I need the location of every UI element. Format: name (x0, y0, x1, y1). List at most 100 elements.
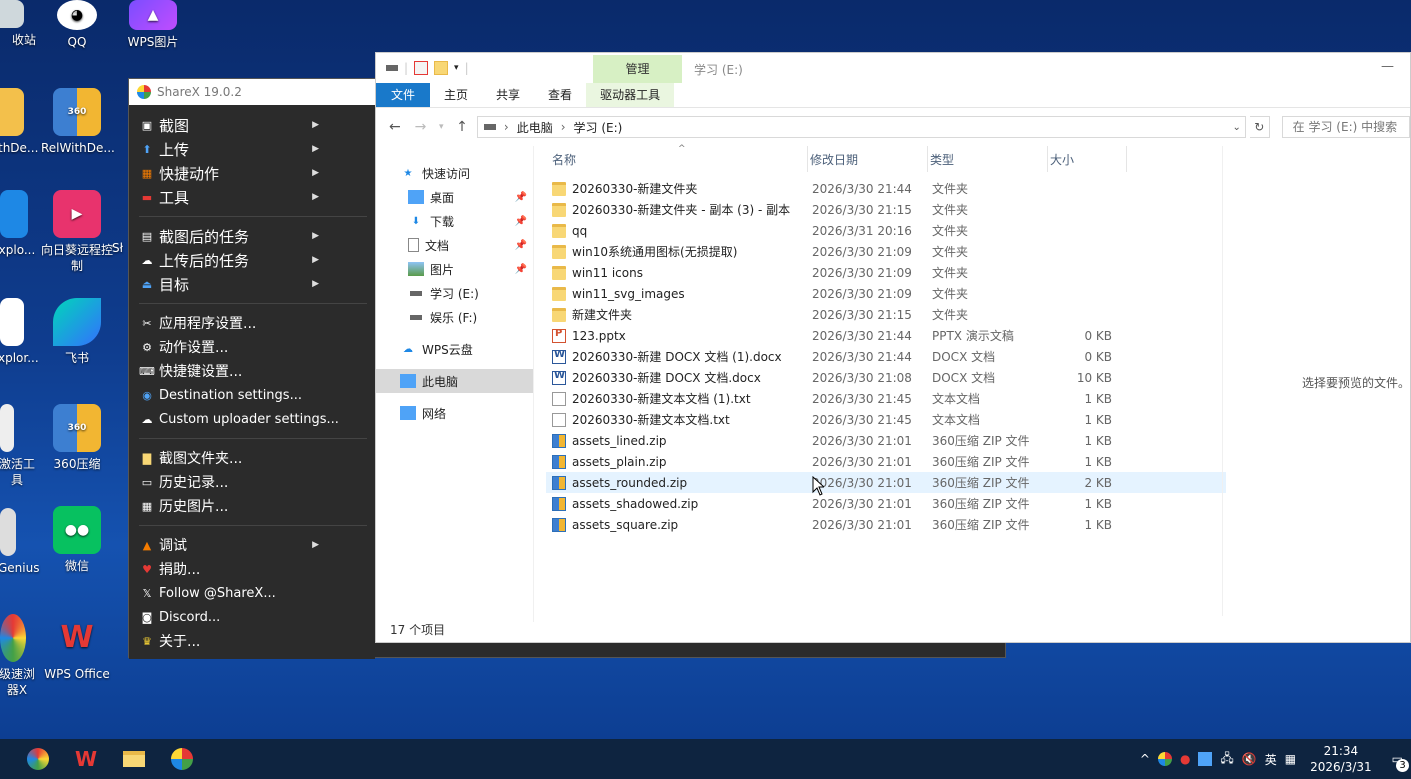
desktop-icon-relwithde-1[interactable]: thDe... (0, 88, 38, 156)
breadcrumb-chevron-icon[interactable]: › (504, 120, 509, 134)
file-row[interactable]: 123.pptx 2026/3/30 21:44 PPTX 演示文稿 0 KB (546, 325, 1226, 346)
properties-icon[interactable] (414, 61, 429, 75)
menu-item-workflows[interactable]: ▦ 快捷动作 ▶ (129, 161, 375, 185)
refresh-icon[interactable]: ↻ (1249, 116, 1270, 138)
menu-item-app-settings[interactable]: ✂ 应用程序设置... (129, 311, 375, 335)
column-header-type[interactable]: 类型 (924, 151, 1044, 168)
nav-item-downloads[interactable]: ⬇ 下载 📌 (376, 209, 533, 233)
menu-item-task-settings[interactable]: ⚙ 动作设置... (129, 335, 375, 359)
show-hidden-icons-chevron-icon[interactable]: ^ (1140, 752, 1150, 766)
desktop-icon-feishu[interactable]: 飞书 (41, 298, 113, 366)
desktop-icon-qq[interactable]: ◕ QQ (41, 0, 113, 50)
nav-item-wps-cloud[interactable]: ☁ WPS云盘 (376, 337, 533, 361)
file-row[interactable]: assets_shadowed.zip 2026/3/30 21:01 360压缩 … (546, 493, 1226, 514)
tab-share[interactable]: 共享 (482, 83, 534, 107)
desktop-icon-sunlogin[interactable]: ▶ 向日葵远程控制 (41, 190, 113, 274)
desktop-icon-wps-image[interactable]: ▲ WPS图片 (117, 0, 189, 50)
customize-toolbar-icon[interactable]: ▾ (454, 63, 459, 73)
menu-item-screenshots-folder[interactable]: ▇ 截图文件夹... (129, 446, 375, 470)
desktop-icon-browser[interactable]: 级速浏器X (0, 614, 36, 698)
desktop-icon-activator[interactable]: 激活工具 (0, 404, 36, 488)
menu-item-after-capture[interactable]: ▤ 截图后的任务 ▶ (129, 224, 375, 248)
volume-muted-icon[interactable]: 🔇 (1242, 752, 1257, 766)
menu-item-debug[interactable]: ▲ 调试 ▶ (129, 533, 375, 557)
file-row[interactable]: 20260330-新建文本文档.txt 2026/3/30 21:45 文本文档 1 … (546, 409, 1226, 430)
ime-mode-icon[interactable]: ▦ (1285, 752, 1296, 766)
nav-item-network[interactable]: 网络 (376, 401, 533, 425)
recent-locations-chevron-icon[interactable]: ▾ (435, 122, 447, 132)
nav-item-drive-e[interactable]: 学习 (E:) (376, 281, 533, 305)
menu-item-donate[interactable]: ♥ 捐助... (129, 557, 375, 581)
column-divider[interactable] (1126, 146, 1127, 172)
clock[interactable]: 21:34 2026/3/31 (1310, 743, 1372, 775)
nav-item-desktop[interactable]: 桌面 📌 (376, 185, 533, 209)
menu-item-custom-uploader[interactable]: ☁ Custom uploader settings... (129, 407, 375, 431)
menu-item-after-upload[interactable]: ☁ 上传后的任务 ▶ (129, 248, 375, 272)
address-bar[interactable]: › 此电脑 › 学习 (E:) ⌄ (476, 116, 1246, 138)
breadcrumb-drive-e[interactable]: 学习 (E:) (574, 119, 623, 136)
tab-view[interactable]: 查看 (534, 83, 586, 107)
desktop-icon-explorer-1[interactable]: xplo... (0, 190, 36, 258)
file-row[interactable]: 20260330-新建 DOCX 文档 (1).docx 2026/3/30 21… (546, 346, 1226, 367)
menu-item-follow[interactable]: 𝕏 Follow @ShareX... (129, 581, 375, 605)
address-dropdown-icon[interactable]: ⌄ (1233, 122, 1241, 133)
pin-icon[interactable]: 📌 (515, 216, 527, 227)
file-row[interactable]: qq 2026/3/31 20:16 文件夹 (546, 220, 1226, 241)
record-icon[interactable]: ● (1180, 752, 1190, 766)
nav-item-documents[interactable]: 文档 📌 (376, 233, 533, 257)
file-row[interactable]: 20260330-新建文件夹 - 副本 (3) - 副本 2026/3/30 21… (546, 199, 1226, 220)
wps-tray-icon[interactable] (1198, 752, 1213, 766)
menu-item-discord[interactable]: ◙ Discord... (129, 605, 375, 629)
taskbar-file-explorer[interactable] (110, 739, 158, 779)
menu-item-about[interactable]: ♛ 关于... (129, 629, 375, 653)
pin-icon[interactable]: 📌 (515, 240, 527, 251)
desktop-icon-genius[interactable]: Genius (0, 508, 39, 576)
tab-drive-tools[interactable]: 驱动器工具 (586, 83, 675, 107)
file-row[interactable]: 20260330-新建文本文档 (1).txt 2026/3/30 21:45 文本… (546, 388, 1226, 409)
new-folder-icon[interactable] (434, 61, 449, 75)
desktop-icon-recycle-bin[interactable]: 收站 (0, 0, 36, 48)
tab-file[interactable]: 文件 (376, 83, 431, 107)
file-row[interactable]: win11 icons 2026/3/30 21:09 文件夹 (546, 262, 1226, 283)
manage-context-tab[interactable]: 管理 (593, 55, 682, 83)
file-row[interactable]: assets_plain.zip 2026/3/30 21:01 360压缩 ZIP… (546, 451, 1226, 472)
taskbar-wps[interactable]: W (62, 739, 110, 779)
ime-indicator[interactable]: 英 (1265, 751, 1277, 768)
notification-center-icon[interactable]: ▭ 3 (1392, 752, 1409, 772)
file-row[interactable]: win10系统通用图标(无损提取) 2026/3/30 21:09 文件夹 (546, 241, 1226, 262)
column-divider[interactable] (927, 146, 928, 172)
minimize-button[interactable]: — (1381, 59, 1394, 74)
nav-item-quick-access[interactable]: ★ 快速访问 (376, 161, 533, 185)
file-row[interactable]: assets_rounded.zip 2026/3/30 21:01 360压缩 Z… (546, 472, 1226, 493)
forward-arrow-icon[interactable]: → (410, 119, 432, 135)
desktop-icon-explorer-2[interactable]: xplor... (0, 298, 39, 366)
file-row[interactable]: assets_square.zip 2026/3/30 21:01 360压缩 ZI… (546, 514, 1226, 535)
desktop-icon-wechat[interactable]: ●● 微信 (41, 506, 113, 574)
menu-item-tools[interactable]: ▬ 工具 ▶ (129, 185, 375, 209)
back-arrow-icon[interactable]: ← (384, 119, 406, 135)
file-row[interactable]: 20260330-新建文件夹 2026/3/30 21:44 文件夹 (546, 178, 1226, 199)
desktop-icon-relwithde-2[interactable]: 360 RelWithDe... (41, 88, 115, 156)
menu-item-history[interactable]: ▭ 历史记录... (129, 470, 375, 494)
nav-item-this-pc[interactable]: 此电脑 (376, 369, 533, 393)
breadcrumb-this-pc[interactable]: 此电脑 (517, 119, 553, 136)
menu-item-destinations[interactable]: ⏏ 目标 ▶ (129, 272, 375, 296)
desktop-icon-360zip[interactable]: 360 360压缩 (41, 404, 113, 472)
breadcrumb-chevron-icon[interactable]: › (561, 120, 566, 134)
menu-item-upload[interactable]: ⬆ 上传 ▶ (129, 137, 375, 161)
file-row[interactable]: 新建文件夹 2026/3/30 21:15 文件夹 (546, 304, 1226, 325)
pin-icon[interactable]: 📌 (515, 264, 527, 275)
sharex-tray-icon[interactable] (1157, 752, 1172, 766)
desktop-icon-wps-office[interactable]: W WPS Office (41, 614, 113, 682)
menu-item-destination-settings[interactable]: ◉ Destination settings... (129, 383, 375, 407)
file-row[interactable]: 20260330-新建 DOCX 文档.docx 2026/3/30 21:08 D… (546, 367, 1226, 388)
menu-item-image-history[interactable]: ▦ 历史图片... (129, 494, 375, 518)
search-input[interactable]: 在 学习 (E:) 中搜索 (1281, 116, 1410, 138)
column-divider[interactable] (1047, 146, 1048, 172)
up-arrow-icon[interactable]: ↑ (451, 119, 473, 135)
menu-item-capture[interactable]: ▣ 截图 ▶ (129, 113, 375, 137)
file-row[interactable]: win11_svg_images 2026/3/30 21:09 文件夹 (546, 283, 1226, 304)
nav-item-pictures[interactable]: 图片 📌 (376, 257, 533, 281)
column-header-date[interactable]: 修改日期 (804, 151, 924, 168)
menu-item-hotkey-settings[interactable]: ⌨ 快捷键设置... (129, 359, 375, 383)
